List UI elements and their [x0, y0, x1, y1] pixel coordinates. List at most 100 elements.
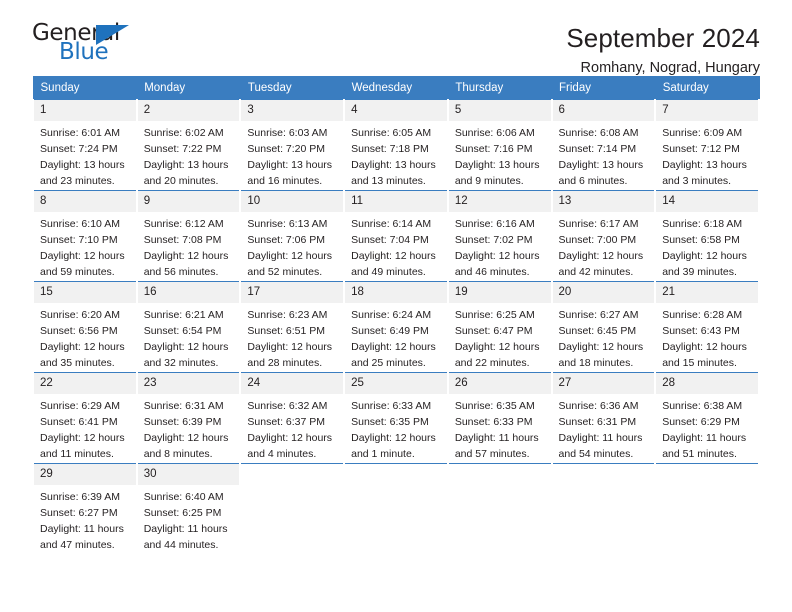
day-details: Sunrise: 6:31 AM Sunset: 6:39 PM Daylight:… [138, 394, 240, 463]
calendar-day-cell[interactable]: 28 Sunrise: 6:38 AM Sunset: 6:29 PM Dayligh… [654, 372, 760, 464]
calendar-day-cell[interactable]: 13 Sunrise: 6:17 AM Sunset: 7:00 PM Dayligh… [550, 190, 657, 282]
daylight-text-line1: Daylight: 12 hours [558, 340, 644, 353]
sunset-text: Sunset: 6:43 PM [662, 324, 740, 337]
day-cell-inner: 17 Sunrise: 6:23 AM Sunset: 6:51 PM Dayligh… [241, 282, 344, 372]
daylight-text-line2: and 28 minutes. [247, 356, 323, 369]
day-number: 2 [137, 100, 240, 121]
day-details: Sunrise: 6:35 AM Sunset: 6:33 PM Daylight:… [449, 394, 551, 463]
sunrise-text: Sunrise: 6:18 AM [662, 217, 743, 230]
daylight-text-line1: Daylight: 13 hours [454, 158, 540, 171]
day-cell-inner: 14 Sunrise: 6:18 AM Sunset: 6:58 PM Dayligh… [656, 191, 758, 281]
day-details: Sunrise: 6:16 AM Sunset: 7:02 PM Daylight:… [449, 212, 551, 281]
calendar-day-cell[interactable]: 1 Sunrise: 6:01 AM Sunset: 7:24 PM Daylight… [32, 99, 138, 191]
sunrise-text: Sunrise: 6:02 AM [143, 126, 224, 139]
sunset-text: Sunset: 7:04 PM [351, 233, 429, 246]
day-cell-inner: 7 Sunrise: 6:09 AM Sunset: 7:12 PM Daylight… [656, 100, 758, 190]
calendar-day-cell[interactable]: 4 Sunrise: 6:05 AM Sunset: 7:18 PM Daylight… [343, 99, 449, 191]
sunset-text: Sunset: 7:02 PM [454, 233, 533, 246]
day-details: Sunrise: 6:20 AM Sunset: 6:56 PM Daylight:… [34, 303, 136, 372]
calendar-day-cell[interactable]: 5 Sunrise: 6:06 AM Sunset: 7:16 PM Daylight… [446, 99, 553, 191]
calendar-week-row: 15 Sunrise: 6:20 AM Sunset: 6:56 PM Dayligh… [32, 281, 760, 373]
sunset-text: Sunset: 7:18 PM [351, 142, 429, 155]
day-cell-inner: 3 Sunrise: 6:03 AM Sunset: 7:20 PM Daylight… [241, 100, 344, 190]
daylight-text-line2: and 18 minutes. [558, 356, 634, 369]
calendar-day-cell[interactable]: 14 Sunrise: 6:18 AM Sunset: 6:58 PM Dayligh… [654, 190, 760, 282]
calendar-day-cell[interactable]: 29 Sunrise: 6:39 AM Sunset: 6:27 PM Dayligh… [32, 463, 138, 554]
calendar-day-cell[interactable]: 25 Sunrise: 6:33 AM Sunset: 6:35 PM Dayligh… [343, 372, 449, 464]
calendar-day-cell[interactable]: 23 Sunrise: 6:31 AM Sunset: 6:39 PM Dayligh… [135, 372, 242, 464]
generalblue-logo: General Blue [32, 22, 147, 70]
day-cell-inner: 1 Sunrise: 6:01 AM Sunset: 7:24 PM Daylight… [34, 100, 136, 190]
day-cell-inner: 20 Sunrise: 6:27 AM Sunset: 6:45 PM Dayligh… [552, 282, 655, 372]
day-details: Sunrise: 6:13 AM Sunset: 7:06 PM Daylight:… [241, 212, 343, 281]
daylight-text-line1: Daylight: 12 hours [247, 249, 333, 262]
daylight-text-line1: Daylight: 13 hours [143, 158, 229, 171]
day-details: Sunrise: 6:17 AM Sunset: 7:00 PM Daylight:… [553, 212, 655, 281]
day-number: 16 [137, 282, 240, 303]
daylight-text-line1: Daylight: 12 hours [454, 340, 540, 353]
day-number: 11 [345, 191, 447, 212]
day-cell-inner: 2 Sunrise: 6:02 AM Sunset: 7:22 PM Daylight… [137, 100, 240, 190]
weekday-header-sunday: Sunday [32, 76, 138, 100]
calendar-day-cell[interactable]: 17 Sunrise: 6:23 AM Sunset: 6:51 PM Dayligh… [239, 281, 346, 373]
daylight-text-line2: and 22 minutes. [454, 356, 530, 369]
daylight-text-line1: Daylight: 12 hours [558, 249, 644, 262]
daylight-text-line2: and 49 minutes. [351, 265, 426, 278]
calendar-day-cell[interactable]: 2 Sunrise: 6:02 AM Sunset: 7:22 PM Daylight… [135, 99, 242, 191]
day-details: Sunrise: 6:24 AM Sunset: 6:49 PM Daylight:… [345, 303, 447, 372]
day-number: 25 [345, 373, 447, 394]
day-number: 8 [34, 191, 136, 212]
calendar-day-cell[interactable]: 26 Sunrise: 6:35 AM Sunset: 6:33 PM Dayligh… [446, 372, 553, 464]
sunrise-text: Sunrise: 6:24 AM [351, 308, 432, 321]
calendar-day-cell[interactable]: 8 Sunrise: 6:10 AM Sunset: 7:10 PM Daylight… [32, 190, 138, 282]
calendar-day-cell[interactable]: 15 Sunrise: 6:20 AM Sunset: 6:56 PM Dayligh… [32, 281, 138, 373]
day-cell-inner: 9 Sunrise: 6:12 AM Sunset: 7:08 PM Daylight… [137, 191, 240, 281]
day-cell-inner: 22 Sunrise: 6:29 AM Sunset: 6:41 PM Dayligh… [34, 373, 136, 463]
calendar-day-cell[interactable]: 11 Sunrise: 6:14 AM Sunset: 7:04 PM Dayligh… [343, 190, 449, 282]
calendar-day-cell[interactable]: 9 Sunrise: 6:12 AM Sunset: 7:08 PM Daylight… [135, 190, 242, 282]
daylight-text-line2: and 8 minutes. [143, 447, 213, 460]
day-details: Sunrise: 6:05 AM Sunset: 7:18 PM Daylight:… [345, 121, 447, 190]
calendar-day-cell[interactable]: 12 Sunrise: 6:16 AM Sunset: 7:02 PM Dayligh… [446, 190, 553, 282]
daylight-text-line2: and 15 minutes. [662, 356, 737, 369]
calendar-day-cell[interactable]: 6 Sunrise: 6:08 AM Sunset: 7:14 PM Daylight… [550, 99, 657, 191]
day-number: 28 [656, 373, 758, 394]
calendar-day-cell[interactable]: 10 Sunrise: 6:13 AM Sunset: 7:06 PM Dayligh… [239, 190, 346, 282]
day-cell-inner: 16 Sunrise: 6:21 AM Sunset: 6:54 PM Dayligh… [137, 282, 240, 372]
day-number: 27 [552, 373, 655, 394]
day-details: Sunrise: 6:27 AM Sunset: 6:45 PM Daylight:… [553, 303, 655, 372]
daylight-text-line2: and 6 minutes. [558, 174, 628, 187]
day-cell-inner: 25 Sunrise: 6:33 AM Sunset: 6:35 PM Dayligh… [345, 373, 447, 463]
day-cell-inner: 12 Sunrise: 6:16 AM Sunset: 7:02 PM Dayligh… [448, 191, 551, 281]
sunset-text: Sunset: 7:14 PM [558, 142, 637, 155]
calendar-day-cell[interactable]: 19 Sunrise: 6:25 AM Sunset: 6:47 PM Dayligh… [446, 281, 553, 373]
sunrise-text: Sunrise: 6:12 AM [143, 217, 224, 230]
calendar-day-cell[interactable]: 3 Sunrise: 6:03 AM Sunset: 7:20 PM Daylight… [239, 99, 346, 191]
calendar-day-cell[interactable]: 18 Sunrise: 6:24 AM Sunset: 6:49 PM Dayligh… [343, 281, 449, 373]
calendar-day-cell[interactable]: 24 Sunrise: 6:32 AM Sunset: 6:37 PM Dayligh… [239, 372, 346, 464]
day-number: 26 [448, 373, 551, 394]
day-details: Sunrise: 6:39 AM Sunset: 6:27 PM Daylight:… [34, 485, 136, 554]
calendar-day-cell[interactable]: 7 Sunrise: 6:09 AM Sunset: 7:12 PM Daylight… [654, 99, 760, 191]
daylight-text-line1: Daylight: 12 hours [351, 340, 436, 353]
weekday-header-thursday: Thursday [447, 76, 553, 100]
day-number: 9 [137, 191, 240, 212]
daylight-text-line2: and 4 minutes. [247, 447, 317, 460]
calendar-day-cell[interactable]: 22 Sunrise: 6:29 AM Sunset: 6:41 PM Dayligh… [32, 372, 138, 464]
calendar-day-cell[interactable]: 30 Sunrise: 6:40 AM Sunset: 6:25 PM Dayligh… [135, 463, 242, 554]
day-number: 5 [448, 100, 551, 121]
sunrise-text: Sunrise: 6:06 AM [454, 126, 535, 139]
calendar-day-cell[interactable]: 27 Sunrise: 6:36 AM Sunset: 6:31 PM Dayligh… [550, 372, 657, 464]
calendar-day-cell[interactable]: 21 Sunrise: 6:28 AM Sunset: 6:43 PM Dayligh… [654, 281, 760, 373]
calendar-day-cell-empty [654, 463, 760, 554]
title-block: September 2024 Romhany, Nograd, Hungary [566, 22, 760, 77]
day-number: 3 [241, 100, 344, 121]
day-details: Sunrise: 6:01 AM Sunset: 7:24 PM Daylight:… [34, 121, 136, 190]
calendar-day-cell[interactable]: 16 Sunrise: 6:21 AM Sunset: 6:54 PM Dayligh… [135, 281, 242, 373]
day-cell-inner: 5 Sunrise: 6:06 AM Sunset: 7:16 PM Daylight… [448, 100, 551, 190]
sunset-text: Sunset: 6:29 PM [662, 415, 740, 428]
day-cell-inner: 19 Sunrise: 6:25 AM Sunset: 6:47 PM Dayligh… [448, 282, 551, 372]
calendar-day-cell[interactable]: 20 Sunrise: 6:27 AM Sunset: 6:45 PM Dayligh… [550, 281, 657, 373]
sunset-text: Sunset: 7:06 PM [247, 233, 326, 246]
day-details: Sunrise: 6:33 AM Sunset: 6:35 PM Daylight:… [345, 394, 447, 463]
